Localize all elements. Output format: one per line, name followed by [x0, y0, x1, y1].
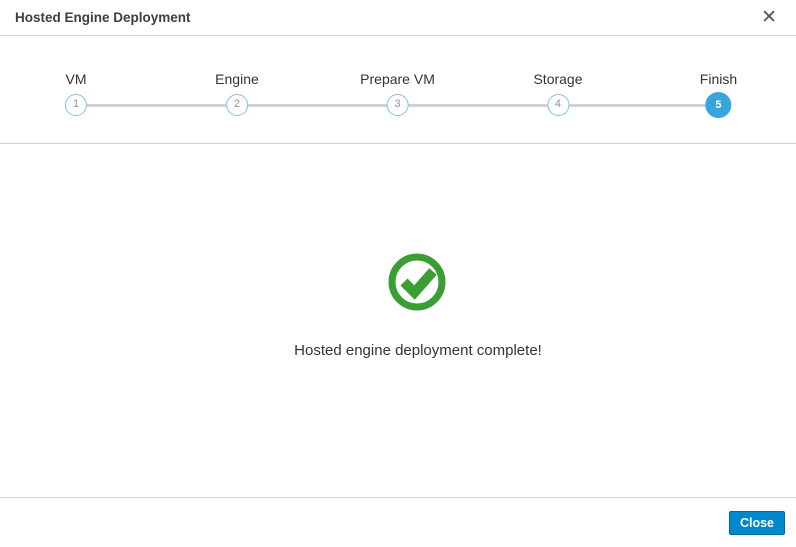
modal-header: Hosted Engine Deployment ✕: [0, 0, 796, 36]
wizard-finish-panel: Hosted engine deployment complete!: [0, 144, 796, 497]
step-number-badge: 5: [705, 92, 732, 118]
wizard-step-vm[interactable]: VM 1: [65, 70, 88, 118]
step-label: Storage: [533, 71, 583, 87]
wizard-step-finish[interactable]: Finish 5: [700, 70, 737, 118]
step-number-badge: 4: [546, 94, 569, 116]
wizard-step-storage[interactable]: Storage 4: [533, 70, 583, 118]
step-label: Finish: [699, 71, 738, 87]
close-x-icon[interactable]: ✕: [757, 8, 781, 27]
wizard-stepper: VM 1 Engine 2 Prepare VM 3 Storage 4 Fin…: [0, 36, 796, 144]
step-indicator: 2: [215, 92, 259, 118]
hosted-engine-deployment-modal: Hosted Engine Deployment ✕ VM 1 Engine 2…: [0, 0, 796, 547]
step-indicator: 4: [533, 92, 582, 118]
wizard-step-engine[interactable]: Engine 2: [215, 70, 259, 118]
step-label: Engine: [215, 71, 259, 87]
modal-title: Hosted Engine Deployment: [15, 10, 191, 25]
step-indicator: 5: [700, 92, 737, 118]
step-indicator: 1: [65, 92, 88, 118]
success-check-circle-icon: [388, 253, 446, 311]
close-button[interactable]: Close: [728, 510, 785, 535]
step-number-badge: 2: [225, 94, 248, 116]
step-number-badge: 1: [65, 94, 88, 116]
deployment-complete-message: Hosted engine deployment complete!: [294, 342, 542, 359]
step-number-badge: 3: [386, 94, 409, 116]
wizard-step-prepare-vm[interactable]: Prepare VM 3: [360, 70, 435, 118]
step-indicator: 3: [360, 92, 435, 118]
step-label: Prepare VM: [360, 71, 435, 87]
modal-footer: Close: [0, 497, 796, 547]
step-label: VM: [65, 71, 87, 87]
